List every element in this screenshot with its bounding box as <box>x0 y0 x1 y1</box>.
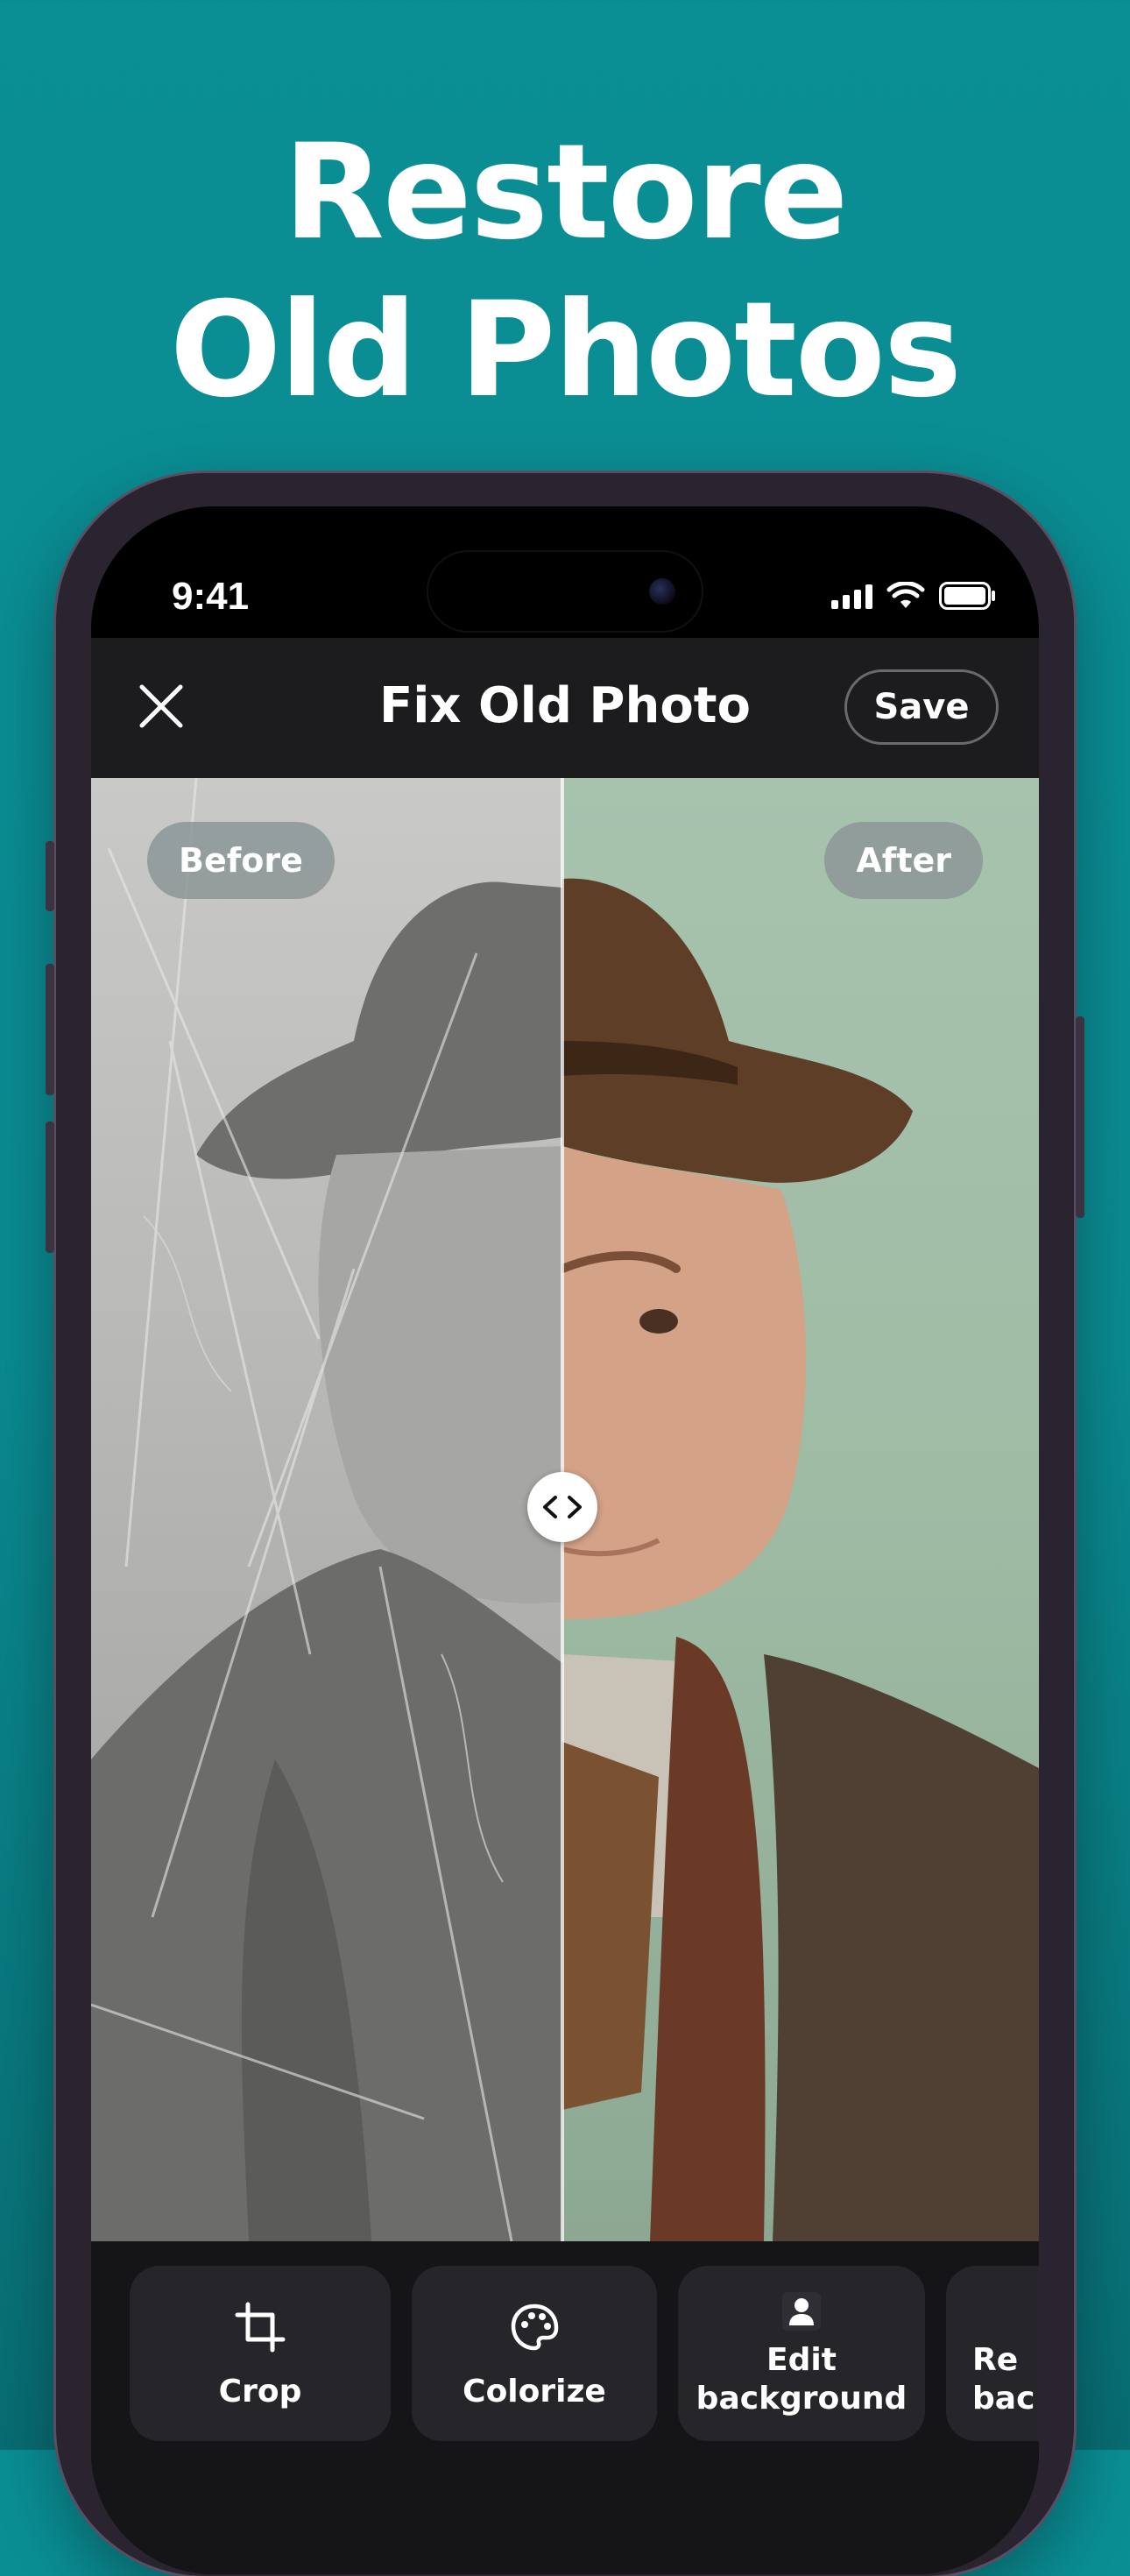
phone-power-button <box>1076 1016 1084 1218</box>
app-header: Fix Old Photo Save <box>91 638 1039 778</box>
tool-colorize[interactable]: Colorize <box>412 2266 657 2441</box>
before-photo <box>91 778 562 2241</box>
comparison-slider-handle[interactable] <box>527 1472 597 1542</box>
front-camera-icon <box>649 578 675 605</box>
tool-colorize-label: Colorize <box>463 2374 606 2410</box>
before-label: Before <box>147 822 335 899</box>
tool-crop-label: Crop <box>218 2374 302 2410</box>
tool-remove-background[interactable]: Re bac <box>946 2266 1039 2441</box>
headline: Restore Old Photos <box>0 114 1130 429</box>
crop-icon <box>235 2302 286 2353</box>
chevron-left-right-icon <box>543 1496 582 1518</box>
phone-volume-down-button <box>46 1122 54 1253</box>
after-label: After <box>824 822 983 899</box>
after-portrait-illustration <box>562 878 1039 2241</box>
battery-icon <box>939 582 995 610</box>
cellular-signal-icon <box>831 583 872 609</box>
tool-remove-background-label: Re bac <box>972 2342 1035 2417</box>
dynamic-island <box>428 552 702 631</box>
palette-icon <box>511 2304 559 2351</box>
tool-edit-background-label: Edit background <box>696 2342 908 2417</box>
headline-line-2: Old Photos <box>169 274 962 427</box>
phone-mockup: 9:41 Fix Old Photo Save Before After Cro… <box>46 473 1084 2576</box>
status-time: 9:41 <box>172 575 250 618</box>
phone-action-button <box>46 841 54 911</box>
tool-crop[interactable]: Crop <box>130 2266 391 2441</box>
phone-volume-up-button <box>46 964 54 1095</box>
before-after-comparison[interactable]: Before After <box>91 778 1039 2241</box>
after-photo <box>562 778 1039 2241</box>
headline-line-1: Restore <box>283 117 849 269</box>
person-icon <box>782 2292 821 2331</box>
edit-toolbar: Crop Colorize Edit background Re bac <box>91 2241 1039 2574</box>
phone-screen: 9:41 Fix Old Photo Save Before After Cro… <box>91 506 1039 2574</box>
wifi-icon <box>886 582 925 608</box>
save-button[interactable]: Save <box>844 669 999 745</box>
tool-edit-background[interactable]: Edit background <box>678 2266 925 2441</box>
status-icons <box>831 582 997 610</box>
before-portrait-illustration <box>91 778 562 2241</box>
